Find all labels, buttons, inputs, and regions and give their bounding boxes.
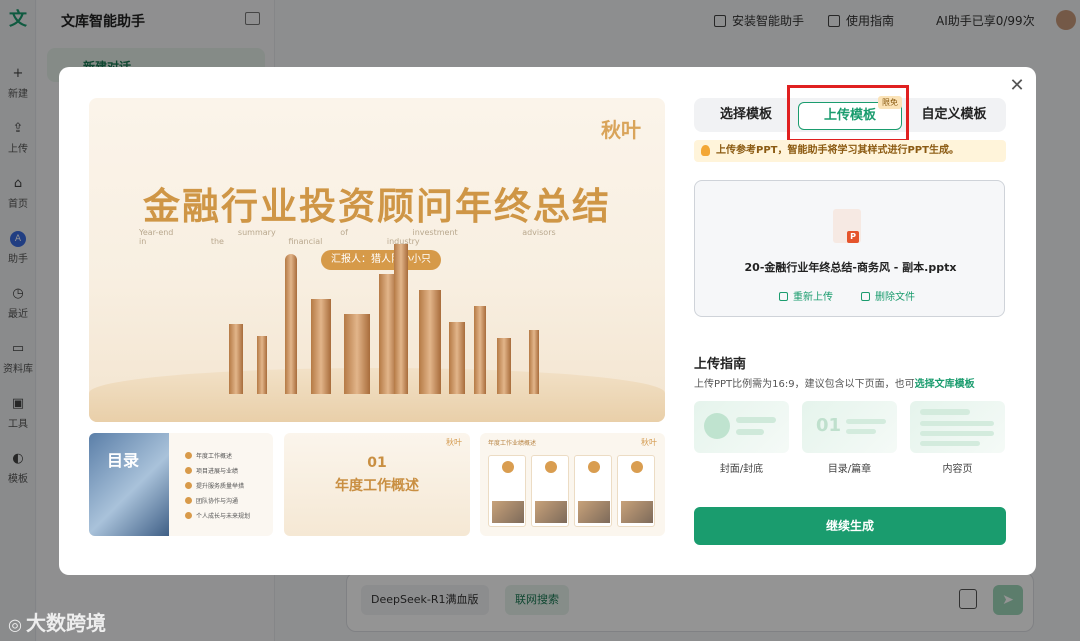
toc-row: 团队协作与沟通 bbox=[185, 496, 269, 505]
building bbox=[285, 254, 297, 394]
thumbnail-content-heading: 年度工作业绩概述 bbox=[488, 440, 537, 447]
guide-card-content-label: 内容页 bbox=[942, 464, 973, 475]
upload-tip-text: 上传参考PPT，智能助手将学习其样式进行PPT生成。 bbox=[716, 145, 959, 156]
uploaded-file-name: 20-金融行业年终总结-商务风 - 副本.pptx bbox=[744, 261, 957, 274]
file-type-badge: P bbox=[847, 231, 859, 243]
upload-tip: 上传参考PPT，智能助手将学习其样式进行PPT生成。 bbox=[694, 140, 1006, 162]
content-card bbox=[488, 455, 526, 527]
building bbox=[257, 336, 267, 394]
delete-label: 删除文件 bbox=[875, 292, 915, 303]
content-card bbox=[574, 455, 612, 527]
building bbox=[229, 324, 243, 394]
trash-icon bbox=[861, 292, 870, 301]
select-library-template-link[interactable]: 选择文库模板 bbox=[915, 379, 975, 390]
reupload-button[interactable]: 重新上传 bbox=[779, 288, 833, 303]
guide-card-toc-label: 目录/篇章 bbox=[827, 464, 872, 475]
tab-select-template[interactable]: 选择模板 bbox=[694, 98, 798, 132]
building bbox=[394, 244, 408, 394]
building bbox=[529, 330, 539, 394]
watermark: ◎ 大数跨境 bbox=[8, 607, 106, 636]
close-icon[interactable]: ✕ bbox=[1008, 77, 1026, 95]
building bbox=[419, 290, 441, 394]
guide-card-cover-label: 封面/封底 bbox=[719, 464, 764, 475]
guide-description: 上传PPT比例需为16:9，建议包含以下页面，也可选择文库模板 bbox=[694, 375, 975, 390]
tab-custom-template[interactable]: 自定义模板 bbox=[902, 98, 1006, 132]
pptx-file-icon: P bbox=[833, 209, 861, 243]
guide-card-toc: 01 bbox=[802, 401, 897, 453]
content-card bbox=[617, 455, 655, 527]
slide-subtitle: Year-end summary of investment advisors … bbox=[139, 228, 556, 246]
upload-icon bbox=[779, 292, 788, 301]
guide-card-cover bbox=[694, 401, 789, 453]
delete-file-button[interactable]: 删除文件 bbox=[861, 288, 915, 303]
guide-card-content bbox=[910, 401, 1005, 453]
upload-dropzone[interactable]: P 20-金融行业年终总结-商务风 - 副本.pptx 重新上传 删除文件 bbox=[694, 180, 1005, 317]
bulb-icon bbox=[701, 145, 710, 156]
slide-title: 金融行业投资顾问年终总结 bbox=[143, 185, 611, 228]
thumbnail-toc-heading: 目录 bbox=[107, 451, 140, 470]
building bbox=[497, 338, 511, 394]
slide-floor bbox=[89, 368, 665, 422]
slide-reporter: 汇报人：猎人队小小只 bbox=[321, 250, 441, 270]
toc-row: 年度工作概述 bbox=[185, 451, 269, 460]
toc-row: 个人成长与未来规划 bbox=[185, 511, 269, 520]
toc-row: 提升服务质量举措 bbox=[185, 481, 269, 490]
building bbox=[474, 306, 486, 394]
toc-row: 项目进展与业绩 bbox=[185, 466, 269, 475]
slide-brand: 秋叶 bbox=[601, 118, 641, 142]
reupload-label: 重新上传 bbox=[793, 292, 833, 303]
thumbnail-section-caption: 年度工作概述 bbox=[335, 478, 419, 494]
guide-card-number: 01 bbox=[816, 415, 842, 436]
building bbox=[311, 299, 331, 394]
building bbox=[449, 322, 465, 394]
thumbnail-content[interactable]: 年度工作业绩概述 秋叶 bbox=[480, 433, 665, 536]
content-card bbox=[531, 455, 569, 527]
guide-title: 上传指南 bbox=[694, 357, 747, 372]
thumbnail-section-number: 01 bbox=[367, 455, 387, 471]
continue-generate-button[interactable]: 继续生成 bbox=[694, 507, 1006, 545]
guide-desc-text: 上传PPT比例需为16:9，建议包含以下页面，也可 bbox=[694, 379, 915, 390]
slide-preview: 秋叶 金融行业投资顾问年终总结 Year-end summary of inve… bbox=[89, 98, 665, 422]
thumbnail-section[interactable]: 秋叶 01 年度工作概述 bbox=[284, 433, 470, 536]
watermark-logo-icon: ◎ bbox=[8, 615, 22, 634]
thumbnail-brand: 秋叶 bbox=[446, 438, 462, 447]
watermark-text: 大数跨境 bbox=[25, 611, 106, 635]
highlight-box bbox=[787, 85, 909, 142]
thumbnail-toc[interactable]: 目录 年度工作概述 项目进展与业绩 提升服务质量举措 团队协作与沟通 个人成长与… bbox=[89, 433, 273, 536]
template-modal: ✕ 秋叶 金融行业投资顾问年终总结 Year-end summary of in… bbox=[59, 67, 1036, 575]
thumbnail-brand: 秋叶 bbox=[641, 438, 657, 447]
building bbox=[344, 314, 370, 394]
